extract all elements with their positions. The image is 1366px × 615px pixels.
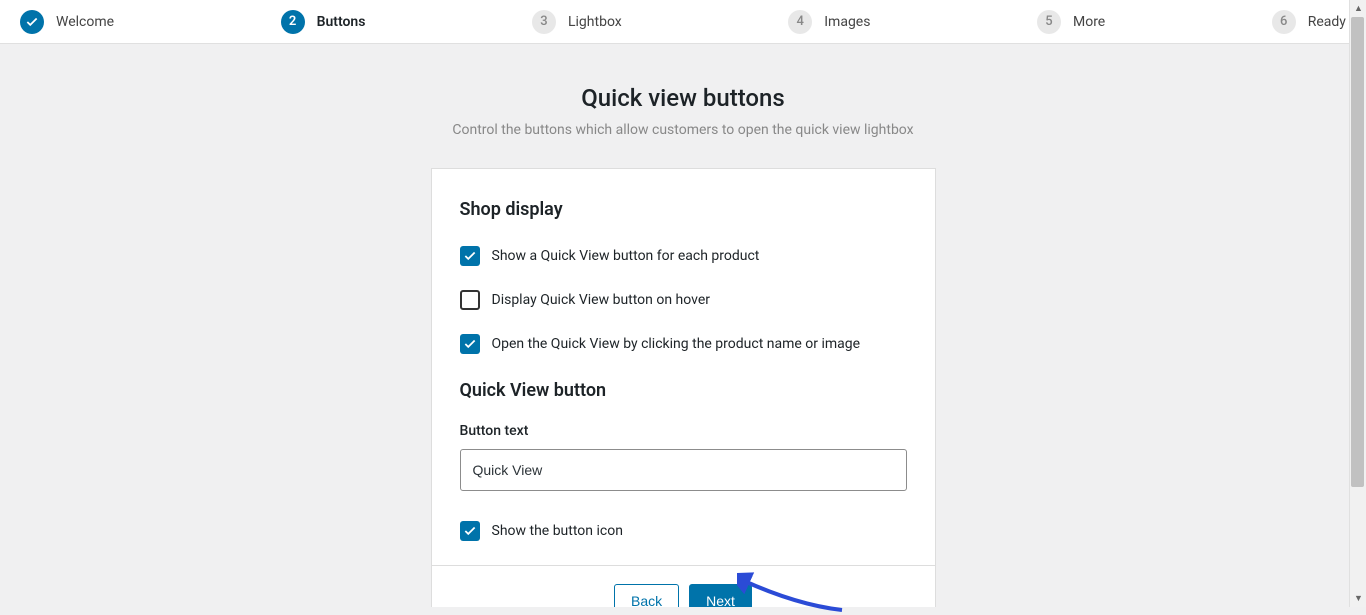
checkbox-label: Open the Quick View by clicking the prod… <box>492 336 861 352</box>
panel-footer: Back Next <box>432 565 935 607</box>
step-images[interactable]: 4 Images <box>788 10 870 34</box>
back-button[interactable]: Back <box>614 584 679 607</box>
step-number-icon: 3 <box>532 10 556 34</box>
step-label: Ready <box>1308 14 1346 30</box>
checkbox-checked-icon[interactable] <box>460 334 480 354</box>
step-number-icon: 6 <box>1272 10 1296 34</box>
step-ready[interactable]: 6 Ready <box>1272 10 1346 34</box>
step-more[interactable]: 5 More <box>1037 10 1105 34</box>
checkbox-checked-icon[interactable] <box>460 521 480 541</box>
step-label: Buttons <box>317 14 366 30</box>
checkbox-label: Display Quick View button on hover <box>492 292 711 308</box>
checkbox-unchecked-icon[interactable] <box>460 290 480 310</box>
option-display-on-hover[interactable]: Display Quick View button on hover <box>460 290 907 310</box>
page-title: Quick view buttons <box>0 84 1366 112</box>
step-number-icon: 4 <box>788 10 812 34</box>
step-buttons[interactable]: 2 Buttons <box>281 10 366 34</box>
next-button[interactable]: Next <box>689 584 752 607</box>
checkbox-label: Show the button icon <box>492 523 623 539</box>
settings-panel: Shop display Show a Quick View button fo… <box>431 168 936 607</box>
button-text-input[interactable] <box>460 449 907 491</box>
scroll-up-icon[interactable]: ▲ <box>1350 0 1366 17</box>
option-show-quick-view-button[interactable]: Show a Quick View button for each produc… <box>460 246 907 266</box>
step-number-icon: 2 <box>281 10 305 34</box>
content-area: Quick view buttons Control the buttons w… <box>0 44 1366 607</box>
scrollbar[interactable]: ▲ ▼ <box>1349 0 1366 607</box>
wizard-steps-bar: Welcome 2 Buttons 3 Lightbox 4 Images 5 … <box>0 0 1366 44</box>
step-label: Lightbox <box>568 14 622 30</box>
section-heading-quick-view-button: Quick View button <box>460 380 907 401</box>
button-text-label: Button text <box>460 423 907 439</box>
scroll-down-icon[interactable]: ▼ <box>1350 590 1366 607</box>
step-number-icon: 5 <box>1037 10 1061 34</box>
scrollbar-thumb[interactable] <box>1351 17 1364 487</box>
checkmark-icon <box>20 10 44 34</box>
page-subtitle: Control the buttons which allow customer… <box>0 122 1366 138</box>
step-welcome[interactable]: Welcome <box>20 10 114 34</box>
step-label: Images <box>824 14 870 30</box>
option-open-by-click[interactable]: Open the Quick View by clicking the prod… <box>460 334 907 354</box>
checkbox-label: Show a Quick View button for each produc… <box>492 248 760 264</box>
step-lightbox[interactable]: 3 Lightbox <box>532 10 622 34</box>
section-heading-shop-display: Shop display <box>460 199 907 220</box>
option-show-button-icon[interactable]: Show the button icon <box>460 521 907 541</box>
step-label: Welcome <box>56 14 114 30</box>
step-label: More <box>1073 14 1105 30</box>
checkbox-checked-icon[interactable] <box>460 246 480 266</box>
panel-body: Shop display Show a Quick View button fo… <box>432 169 935 565</box>
